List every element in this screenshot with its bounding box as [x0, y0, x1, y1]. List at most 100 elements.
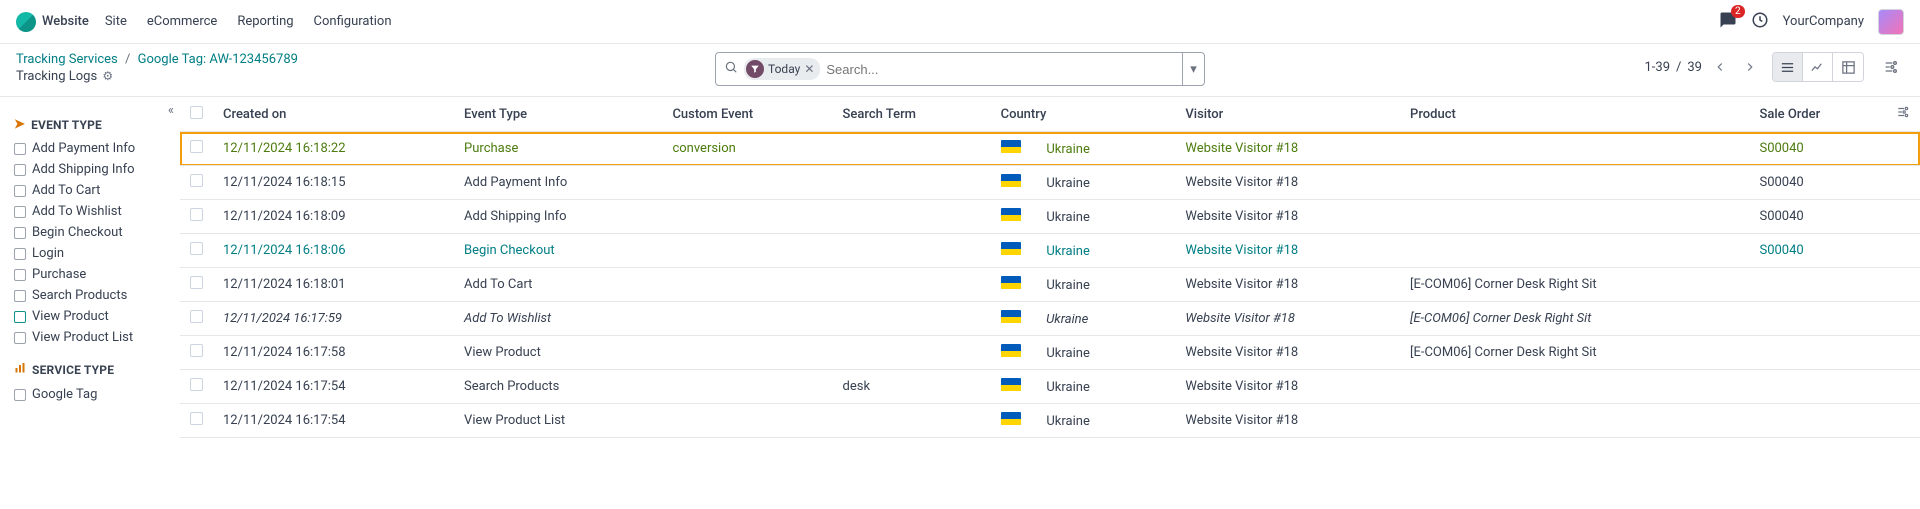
row-checkbox[interactable]: [190, 276, 203, 289]
cell-created: 12/11/2024 16:17:58: [213, 336, 454, 370]
breadcrumb-current[interactable]: Google Tag: AW-123456789: [138, 52, 298, 67]
sidebar-item-label: View Product List: [32, 330, 133, 345]
row-checkbox[interactable]: [190, 344, 203, 357]
table-row[interactable]: 12/11/2024 16:18:22Purchaseconversion Uk…: [180, 132, 1920, 166]
table-row[interactable]: 12/11/2024 16:17:58View Product UkraineW…: [180, 336, 1920, 370]
table-row[interactable]: 12/11/2024 16:17:54View Product List Ukr…: [180, 404, 1920, 438]
sidebar-item-label: Add To Cart: [32, 183, 100, 198]
cell-created: 12/11/2024 16:17:54: [213, 404, 454, 438]
table-row[interactable]: 12/11/2024 16:18:06Begin Checkout Ukrain…: [180, 234, 1920, 268]
nav-item-site[interactable]: Site: [105, 14, 127, 29]
filter-panel-toggle-icon[interactable]: [1878, 54, 1904, 80]
facet-remove-icon[interactable]: ✕: [804, 62, 814, 76]
checkbox-icon: [14, 143, 26, 155]
table-row[interactable]: 12/11/2024 16:18:15Add Payment Info Ukra…: [180, 166, 1920, 200]
cursor-icon: ➤: [14, 117, 25, 132]
view-list-icon[interactable]: [1773, 53, 1803, 81]
sidebar-item-purchase[interactable]: Purchase: [14, 264, 170, 285]
pager-prev-icon[interactable]: [1708, 55, 1732, 79]
table-row[interactable]: 12/11/2024 16:18:09Add Shipping Info Ukr…: [180, 200, 1920, 234]
sidebar-item-begin-checkout[interactable]: Begin Checkout: [14, 222, 170, 243]
col-event[interactable]: Event Type: [454, 97, 662, 132]
flag-icon: [1001, 378, 1021, 391]
col-visitor[interactable]: Visitor: [1175, 97, 1400, 132]
sidebar-item-label: Purchase: [32, 267, 86, 282]
row-checkbox[interactable]: [190, 208, 203, 221]
col-custom[interactable]: Custom Event: [662, 97, 832, 132]
cell-created: 12/11/2024 16:17:59: [213, 302, 454, 336]
checkbox-icon: [14, 206, 26, 218]
checkbox-icon: [14, 311, 26, 323]
row-checkbox[interactable]: [190, 378, 203, 391]
activity-icon[interactable]: [1751, 11, 1769, 33]
sidebar-item-label: Add Payment Info: [32, 141, 135, 156]
view-graph-icon[interactable]: [1803, 53, 1833, 81]
pager-next-icon[interactable]: [1738, 55, 1762, 79]
row-checkbox[interactable]: [190, 412, 203, 425]
messages-icon[interactable]: 2: [1719, 11, 1737, 33]
table-row[interactable]: 12/11/2024 16:18:01Add To Cart UkraineWe…: [180, 268, 1920, 302]
notif-badge: 2: [1731, 5, 1745, 18]
brand[interactable]: Website: [16, 12, 89, 32]
cell-term: [833, 268, 991, 302]
facet-label: Today: [768, 62, 800, 76]
search-input[interactable]: [826, 62, 1174, 77]
cell-sale: [1749, 404, 1886, 438]
cell-event: Add To Cart: [454, 268, 662, 302]
breadcrumb-root[interactable]: Tracking Services: [16, 52, 118, 67]
table-row[interactable]: 12/11/2024 16:17:54Search Productsdesk U…: [180, 370, 1920, 404]
columns-adjust-icon[interactable]: [1896, 108, 1910, 123]
sidebar-item-label: Google Tag: [32, 387, 97, 402]
view-pivot-icon[interactable]: [1833, 53, 1863, 81]
cell-country: Ukraine: [991, 336, 1176, 370]
gear-icon[interactable]: ⚙: [102, 69, 113, 83]
search-facet: Today ✕: [744, 58, 820, 80]
sidebar-item-google-tag[interactable]: Google Tag: [14, 384, 170, 405]
cell-visitor: Website Visitor #18: [1175, 404, 1400, 438]
sidebar-item-add-payment-info[interactable]: Add Payment Info: [14, 138, 170, 159]
filter-icon: [746, 60, 764, 78]
row-checkbox[interactable]: [190, 242, 203, 255]
nav-item-ecommerce[interactable]: eCommerce: [147, 14, 217, 29]
cell-country: Ukraine: [991, 200, 1176, 234]
cell-event: Purchase: [454, 132, 662, 166]
cell-country: Ukraine: [991, 234, 1176, 268]
col-term[interactable]: Search Term: [833, 97, 991, 132]
cell-custom: conversion: [662, 132, 832, 166]
sidebar-item-label: Login: [32, 246, 64, 261]
nav-item-configuration[interactable]: Configuration: [314, 14, 392, 29]
col-created[interactable]: Created on: [213, 97, 454, 132]
col-sale[interactable]: Sale Order: [1749, 97, 1886, 132]
table-row[interactable]: 12/11/2024 16:17:59Add To Wishlist Ukrai…: [180, 302, 1920, 336]
flag-icon: [1001, 242, 1021, 255]
search-dropdown-toggle[interactable]: ▾: [1182, 53, 1204, 85]
brand-text: Website: [42, 14, 89, 29]
flag-icon: [1001, 208, 1021, 221]
cell-event: Add Payment Info: [454, 166, 662, 200]
sidebar-item-add-to-wishlist[interactable]: Add To Wishlist: [14, 201, 170, 222]
select-all-checkbox[interactable]: [190, 106, 203, 119]
sidebar-collapse-icon[interactable]: «: [168, 103, 174, 118]
company-name[interactable]: YourCompany: [1783, 14, 1864, 29]
col-product[interactable]: Product: [1400, 97, 1749, 132]
cell-visitor: Website Visitor #18: [1175, 200, 1400, 234]
row-checkbox[interactable]: [190, 174, 203, 187]
cell-visitor: Website Visitor #18: [1175, 268, 1400, 302]
avatar[interactable]: [1878, 9, 1904, 35]
sidebar-item-view-product[interactable]: View Product: [14, 306, 170, 327]
sidebar-item-view-product-list[interactable]: View Product List: [14, 327, 170, 348]
flag-icon: [1001, 276, 1021, 289]
sidebar-item-add-to-cart[interactable]: Add To Cart: [14, 180, 170, 201]
cell-country: Ukraine: [991, 166, 1176, 200]
pager-range[interactable]: 1-39: [1644, 60, 1670, 75]
sidebar-item-login[interactable]: Login: [14, 243, 170, 264]
sidebar-item-add-shipping-info[interactable]: Add Shipping Info: [14, 159, 170, 180]
col-country[interactable]: Country: [991, 97, 1176, 132]
sidebar-item-search-products[interactable]: Search Products: [14, 285, 170, 306]
nav-item-reporting[interactable]: Reporting: [237, 14, 293, 29]
breadcrumb: Tracking Services / Google Tag: AW-12345…: [16, 52, 715, 67]
row-checkbox[interactable]: [190, 140, 203, 153]
cell-product: [1400, 404, 1749, 438]
row-checkbox[interactable]: [190, 310, 203, 323]
cell-created: 12/11/2024 16:18:01: [213, 268, 454, 302]
